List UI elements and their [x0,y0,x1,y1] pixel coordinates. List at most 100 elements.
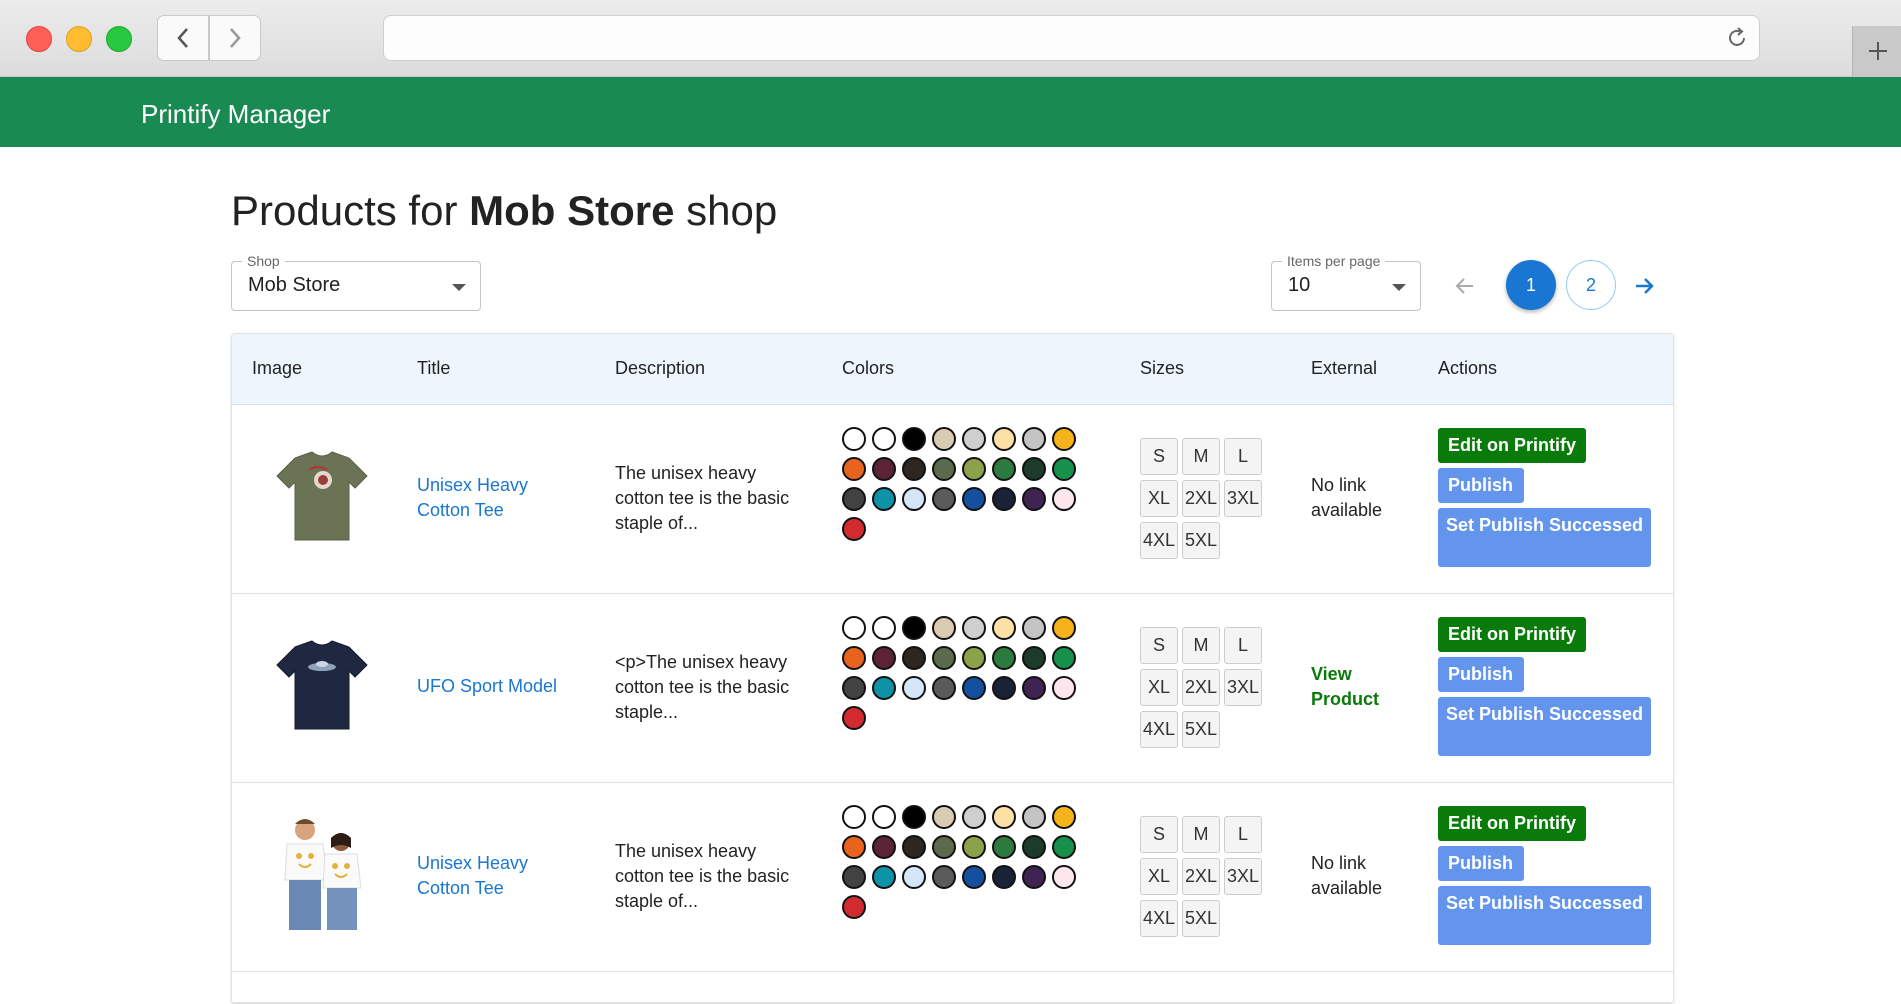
color-swatch [1052,427,1076,451]
color-swatch [992,865,1016,889]
page-2-button[interactable]: 2 [1566,260,1616,310]
color-swatch [932,805,956,829]
color-swatch [902,457,926,481]
view-product-link[interactable]: View Product [1311,662,1401,712]
row-actions: Edit on Printify Publish Set Publish Suc… [1438,428,1653,567]
forward-button[interactable] [209,15,261,61]
publish-button[interactable]: Publish [1438,846,1524,881]
row-actions: Edit on Printify Publish Set Publish Suc… [1438,806,1653,945]
edit-on-printify-button[interactable]: Edit on Printify [1438,428,1586,463]
set-publish-successed-button[interactable]: Set Publish Successed [1438,697,1651,756]
color-swatch [842,676,866,700]
color-swatch [842,865,866,889]
color-swatch [992,457,1016,481]
color-swatch [872,835,896,859]
size-list: S M L XL 2XL 3XL 4XL 5XL [1140,816,1270,937]
color-swatch [1052,805,1076,829]
shop-select[interactable]: Shop Mob Store [231,253,481,311]
minimize-window-button[interactable] [66,26,92,52]
products-table: Image Title Description Colors Sizes Ext… [231,333,1674,1004]
back-button[interactable] [157,15,209,61]
color-swatch [1022,616,1046,640]
column-header-title: Title [417,358,451,378]
app-header: Printify Manager [0,77,1901,147]
table-row: Unisex Heavy Cotton Tee The unisex heavy… [232,405,1673,594]
dropdown-arrow-icon [1392,284,1406,291]
color-swatch [962,487,986,511]
color-swatch [1022,646,1046,670]
color-swatch [1052,457,1076,481]
size-chip: 5XL [1182,711,1220,748]
color-swatch [962,616,986,640]
edit-on-printify-button[interactable]: Edit on Printify [1438,806,1586,841]
color-swatch [842,895,866,919]
address-bar[interactable] [383,15,1760,61]
color-swatch [962,805,986,829]
size-chip: M [1182,627,1220,664]
color-swatch [1052,646,1076,670]
app-brand[interactable]: Printify Manager [141,99,330,130]
color-swatch [932,487,956,511]
color-swatch [1052,616,1076,640]
table-row: Unisex Heavy Cotton Tee The unisex heavy… [232,783,1673,972]
color-swatch [962,865,986,889]
color-swatches [842,805,1092,919]
color-swatch [872,457,896,481]
size-list: S M L XL 2XL 3XL 4XL 5XL [1140,438,1270,559]
color-swatch [872,676,896,700]
color-swatch [962,676,986,700]
color-swatch [1022,865,1046,889]
page-title: Products for Mob Store shop [231,187,777,235]
color-swatch [842,835,866,859]
color-swatch [962,835,986,859]
set-publish-successed-button[interactable]: Set Publish Successed [1438,508,1651,567]
size-chip: S [1140,816,1178,853]
color-swatch [1052,487,1076,511]
size-chip: S [1140,627,1178,664]
couple-tshirt-image [284,819,362,930]
size-chip: 3XL [1224,480,1262,517]
edit-on-printify-button[interactable]: Edit on Printify [1438,617,1586,652]
size-chip: 4XL [1140,711,1178,748]
shop-select-label: Shop [242,253,285,269]
color-swatch [962,646,986,670]
shop-select-value: Mob Store [248,274,341,296]
column-header-colors: Colors [842,358,895,378]
page-title-suffix: shop [674,187,778,234]
product-title-link[interactable]: Unisex Heavy Cotton Tee [417,851,567,901]
color-swatch [842,487,866,511]
color-swatch [962,457,986,481]
items-per-page-select[interactable]: Items per page 10 [1271,253,1421,311]
color-swatch [932,646,956,670]
color-swatch [1052,676,1076,700]
color-swatch [1052,835,1076,859]
maximize-window-button[interactable] [106,26,132,52]
publish-button[interactable]: Publish [1438,468,1524,503]
set-publish-successed-button[interactable]: Set Publish Successed [1438,886,1651,945]
publish-button[interactable]: Publish [1438,657,1524,692]
color-swatch [872,646,896,670]
external-status: No link available [1311,475,1383,520]
product-title-link[interactable]: Unisex Heavy Cotton Tee [417,473,567,523]
size-chip: L [1224,816,1262,853]
page-1-button[interactable]: 1 [1506,260,1556,310]
size-chip: 2XL [1182,669,1220,706]
color-swatch [842,616,866,640]
previous-page-button[interactable] [1449,270,1481,302]
close-window-button[interactable] [26,26,52,52]
product-title-link[interactable]: UFO Sport Model [417,674,567,699]
size-chip: 2XL [1182,480,1220,517]
reload-icon[interactable] [1725,26,1749,50]
next-page-button[interactable] [1628,270,1660,302]
color-swatch [992,676,1016,700]
color-swatch [902,427,926,451]
column-header-description: Description [615,358,706,378]
size-chip: L [1224,438,1262,475]
color-swatches [842,616,1092,730]
size-chip: XL [1140,669,1178,706]
items-per-page-value: 10 [1288,274,1311,296]
color-swatch [902,865,926,889]
size-chip: 2XL [1182,858,1220,895]
table-row: UFO Sport Model <p>The unisex heavy cott… [232,594,1673,783]
new-tab-button[interactable] [1852,26,1901,76]
